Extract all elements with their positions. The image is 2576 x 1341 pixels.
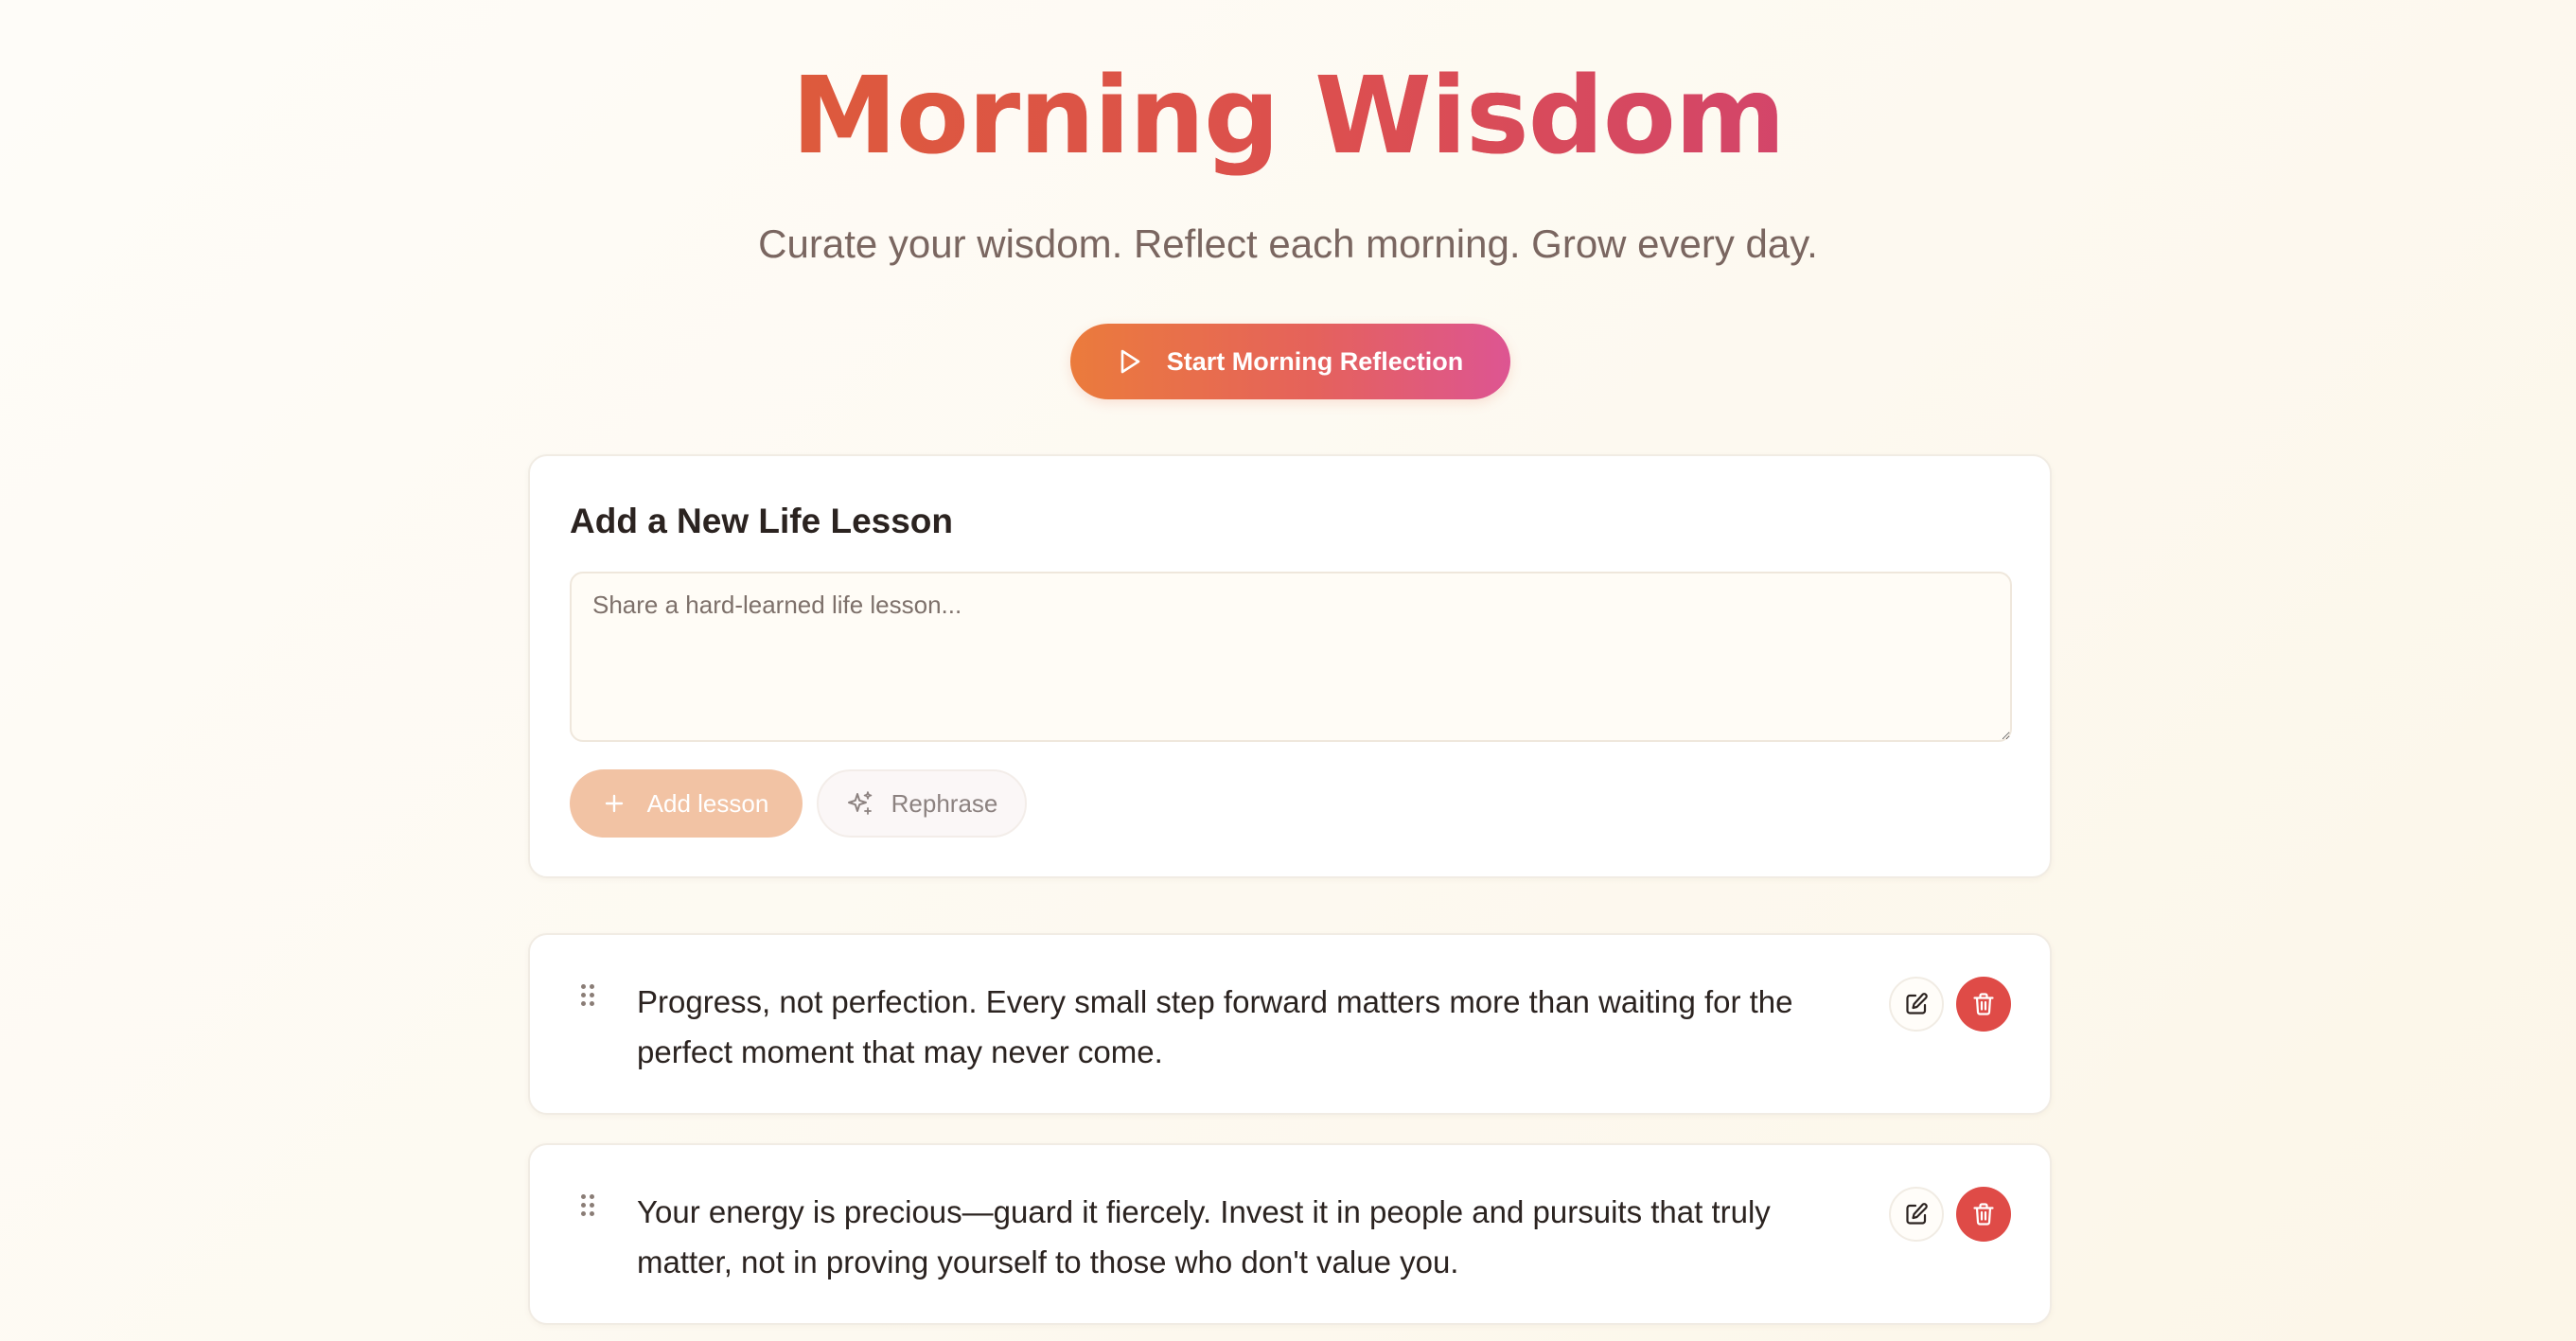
delete-lesson-button[interactable] bbox=[1956, 977, 2011, 1032]
page-title: Morning Wisdom bbox=[0, 55, 2576, 178]
page-subtitle: Curate your wisdom. Reflect each morning… bbox=[758, 221, 1818, 266]
rephrase-label: Rephrase bbox=[891, 788, 998, 818]
play-icon bbox=[1120, 349, 1140, 374]
add-lesson-heading: Add a New Life Lesson bbox=[570, 502, 954, 540]
sparkles-icon bbox=[847, 791, 872, 815]
page-title-text: Morning Wisdom bbox=[791, 55, 1785, 178]
lesson-card: Your energy is precious—guard it fiercel… bbox=[528, 1143, 2052, 1325]
start-morning-reflection-button[interactable]: Start Morning Reflection bbox=[1070, 324, 1510, 399]
lesson-text: Your energy is precious—guard it fiercel… bbox=[637, 1194, 1771, 1279]
page: Morning Wisdom Curate your wisdom. Refle… bbox=[0, 0, 2576, 1341]
add-lesson-label: Add lesson bbox=[646, 788, 769, 818]
edit-lesson-button[interactable] bbox=[1889, 977, 1944, 1032]
lesson-text: Progress, not perfection. Every small st… bbox=[637, 984, 1793, 1069]
edit-icon bbox=[1906, 993, 1928, 1015]
trash-icon bbox=[1973, 993, 1994, 1015]
start-morning-reflection-label: Start Morning Reflection bbox=[1166, 346, 1464, 376]
delete-lesson-button[interactable] bbox=[1956, 1187, 2011, 1242]
edit-icon bbox=[1906, 1203, 1928, 1225]
add-lesson-button[interactable]: Add lesson bbox=[570, 769, 803, 838]
drag-handle-icon[interactable] bbox=[581, 984, 600, 1013]
add-lesson-card: Add a New Life Lesson Add lesson Rephras… bbox=[528, 454, 2052, 878]
edit-lesson-button[interactable] bbox=[1889, 1187, 1944, 1242]
trash-icon bbox=[1973, 1203, 1994, 1226]
lesson-card: Progress, not perfection. Every small st… bbox=[528, 933, 2052, 1115]
drag-handle-icon[interactable] bbox=[581, 1194, 600, 1223]
rephrase-button[interactable]: Rephrase bbox=[817, 769, 1027, 838]
lesson-input[interactable] bbox=[570, 572, 2012, 742]
plus-icon bbox=[605, 794, 623, 813]
